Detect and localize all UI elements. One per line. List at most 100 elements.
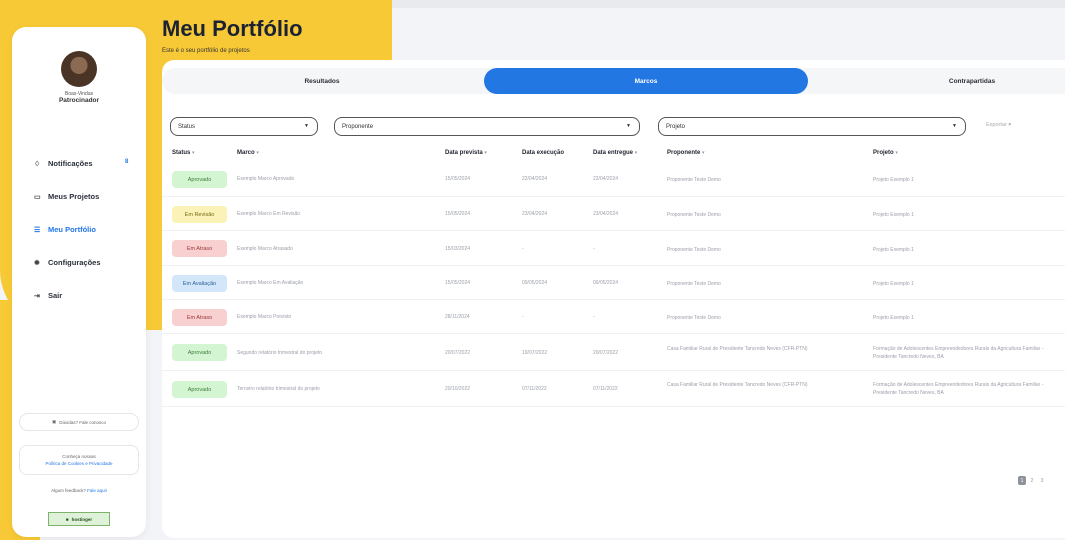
cell-projeto: Projeto Exemplo 1 — [873, 247, 914, 253]
table-row[interactable]: Em Avaliação Exemplo Marco Em Avaliação 15… — [162, 266, 1065, 300]
sidebar-item-configuracoes[interactable]: ✹ Configurações — [12, 246, 146, 279]
cell-marco: Exemplo Marco Atrasado — [237, 246, 293, 252]
sidebar-item-sair[interactable]: ⇥ Sair — [12, 279, 146, 312]
column-header-data-execucao[interactable]: Data execução — [522, 150, 564, 156]
chevron-down-icon: ▼ — [626, 123, 631, 129]
policy-text: Conheça nossas — [62, 454, 96, 459]
column-header-label: Data prevista — [445, 150, 483, 156]
cell-prevista: 15/05/2024 — [445, 211, 471, 217]
column-header-label: Proponente — [667, 150, 701, 156]
cell-execucao: 07/11/2022 — [522, 386, 547, 392]
status-badge: Em Atraso — [172, 240, 227, 257]
cell-prevista: 20/07/2022 — [445, 350, 471, 356]
table-row[interactable]: Em Revisão Exemplo Marco Em Revisão 15/05/… — [162, 197, 1065, 231]
export-button[interactable]: Exportar ▾ — [986, 122, 1011, 128]
cell-marco: Exemplo Marco Aprovado — [237, 176, 295, 182]
hosting-logo: ■ hostinger — [48, 512, 110, 526]
table-row[interactable]: Em Atraso Exemplo Marco Atrasado 15/03/202… — [162, 231, 1065, 266]
table-row[interactable]: Aprovado Exemplo Marco Aprovado 15/05/2024… — [162, 161, 1065, 197]
page-button[interactable]: 2 — [1028, 476, 1036, 485]
column-header-status[interactable]: Status ▾ — [172, 150, 195, 156]
column-header-projeto[interactable]: Projeto ▾ — [873, 150, 898, 156]
column-header-marco[interactable]: Marco ▾ — [237, 150, 259, 156]
proponente-filter-value: Proponente — [342, 123, 374, 130]
folder-icon: ▭ — [34, 193, 41, 201]
avatar[interactable] — [61, 51, 97, 87]
tab-bar: Resultados Marcos Contrapartidas — [162, 68, 1065, 94]
cell-projeto: Formação de Adolescentes Empreendedores … — [873, 346, 1044, 360]
sidebar-item-label: Sair — [48, 291, 63, 300]
policy-box: Conheça nossas Política de Cookies e Pri… — [19, 445, 139, 475]
feedback-line: Algum feedback? Fale aqui! — [12, 488, 146, 493]
column-header-label: Projeto — [873, 150, 894, 156]
column-header-label: Data entregue — [593, 150, 634, 156]
cell-projeto: Projeto Exemplo 1 — [873, 315, 914, 321]
cell-marco: Segundo relatório trimestral do projeto — [237, 350, 323, 356]
tab-resultados[interactable]: Resultados — [222, 68, 422, 94]
table-row[interactable]: Aprovado Segundo relatório trimestral do … — [162, 334, 1065, 371]
tab-marcos[interactable]: Marcos — [484, 68, 808, 94]
cell-prevista: 28/11/2024 — [445, 314, 470, 320]
tab-contrapartidas[interactable]: Contrapartidas — [882, 68, 1062, 94]
sort-icon: ▾ — [634, 150, 638, 156]
proponente-filter-select[interactable]: Proponente ▼ — [334, 117, 640, 136]
sidebar-item-notificacoes[interactable]: ♢ Notificações 8 — [12, 147, 146, 180]
feedback-text: Algum feedback? — [51, 488, 86, 493]
status-filter-select[interactable]: Status ▼ — [170, 117, 318, 136]
main-panel: Resultados Marcos Contrapartidas Status … — [162, 60, 1065, 538]
status-filter-value: Status — [178, 123, 196, 130]
lock-icon: ■ — [65, 516, 69, 522]
cell-prevista: 15/05/2024 — [445, 280, 471, 286]
export-label: Exportar — [986, 122, 1007, 128]
sidebar-item-meus-projetos[interactable]: ▭ Meus Projetos — [12, 180, 146, 213]
cell-marco: Exemplo Marco Em Avaliação — [237, 280, 304, 286]
column-header-label: Marco — [237, 150, 255, 156]
projeto-filter-select[interactable]: Projeto ▼ — [658, 117, 966, 136]
column-header-proponente[interactable]: Proponente ▾ — [667, 150, 705, 156]
cell-execucao: 23/04/2024 — [522, 211, 548, 217]
page-button[interactable]: 3 — [1038, 476, 1046, 485]
user-role: Patrocinador — [58, 97, 100, 104]
cell-execucao: - — [522, 246, 524, 252]
policy-link[interactable]: Política de Cookies e Privacidade — [20, 460, 138, 467]
background-band — [392, 0, 1065, 8]
page-subtitle: Este é o seu portfólio de projetos — [162, 48, 250, 54]
cell-projeto: Formação de Adolescentes Empreendedores … — [873, 382, 1044, 396]
sidebar-item-label: Notificações — [48, 159, 93, 168]
status-badge: Em Atraso — [172, 309, 227, 326]
cell-entregue: 23/04/2024 — [593, 211, 619, 217]
sidebar-nav: ♢ Notificações 8 ▭ Meus Projetos ☰ Meu P… — [12, 147, 146, 312]
cell-prevista: 15/03/2024 — [445, 246, 471, 252]
cell-proponente: Proponente Teste Demo — [667, 212, 721, 218]
status-badge: Em Revisão — [172, 206, 227, 223]
cell-entregue: 22/04/2024 — [593, 176, 619, 182]
sidebar-item-label: Configurações — [48, 258, 101, 267]
cell-projeto: Projeto Exemplo 1 — [873, 212, 914, 218]
cell-marco: Exemplo Marco Previsto — [237, 314, 292, 320]
sidebar-item-meu-portfolio[interactable]: ☰ Meu Portfólio — [12, 213, 146, 246]
cell-proponente: Proponente Teste Demo — [667, 177, 721, 183]
cell-proponente: Proponente Teste Demo — [667, 315, 721, 321]
support-text: Dúvidas? Fale conosco — [59, 419, 107, 425]
column-header-data-prevista[interactable]: Data prevista ▾ — [445, 150, 487, 156]
cell-execucao: - — [522, 314, 524, 320]
page-title: Meu Portfólio — [162, 16, 303, 41]
table-row[interactable]: Em Atraso Exemplo Marco Previsto 28/11/202… — [162, 300, 1065, 334]
status-badge: Aprovado — [172, 171, 227, 188]
table-row[interactable]: Aprovado Terceiro relatório trimestral do… — [162, 371, 1065, 407]
cell-marco: Exemplo Marco Em Revisão — [237, 211, 301, 217]
cell-entregue: 07/11/2022 — [593, 386, 618, 392]
cell-prevista: 15/05/2024 — [445, 176, 471, 182]
support-button[interactable]: ▣ Dúvidas? Fale conosco — [19, 413, 139, 431]
gear-icon: ✹ — [34, 259, 40, 267]
feedback-link[interactable]: Fale aqui! — [87, 488, 107, 493]
page-button[interactable]: 1 — [1018, 476, 1026, 485]
cell-proponente: Casa Familiar Rural de Presidente Tancre… — [667, 346, 808, 352]
logout-icon: ⇥ — [34, 292, 40, 300]
sort-icon: ▾ — [256, 150, 259, 156]
column-header-data-entregue[interactable]: Data entregue ▾ — [593, 150, 637, 156]
notification-count-badge: 8 — [125, 159, 129, 165]
cell-projeto: Projeto Exemplo 1 — [873, 281, 914, 287]
bell-icon: ♢ — [34, 160, 41, 168]
cell-entregue: 09/05/2024 — [593, 280, 619, 286]
